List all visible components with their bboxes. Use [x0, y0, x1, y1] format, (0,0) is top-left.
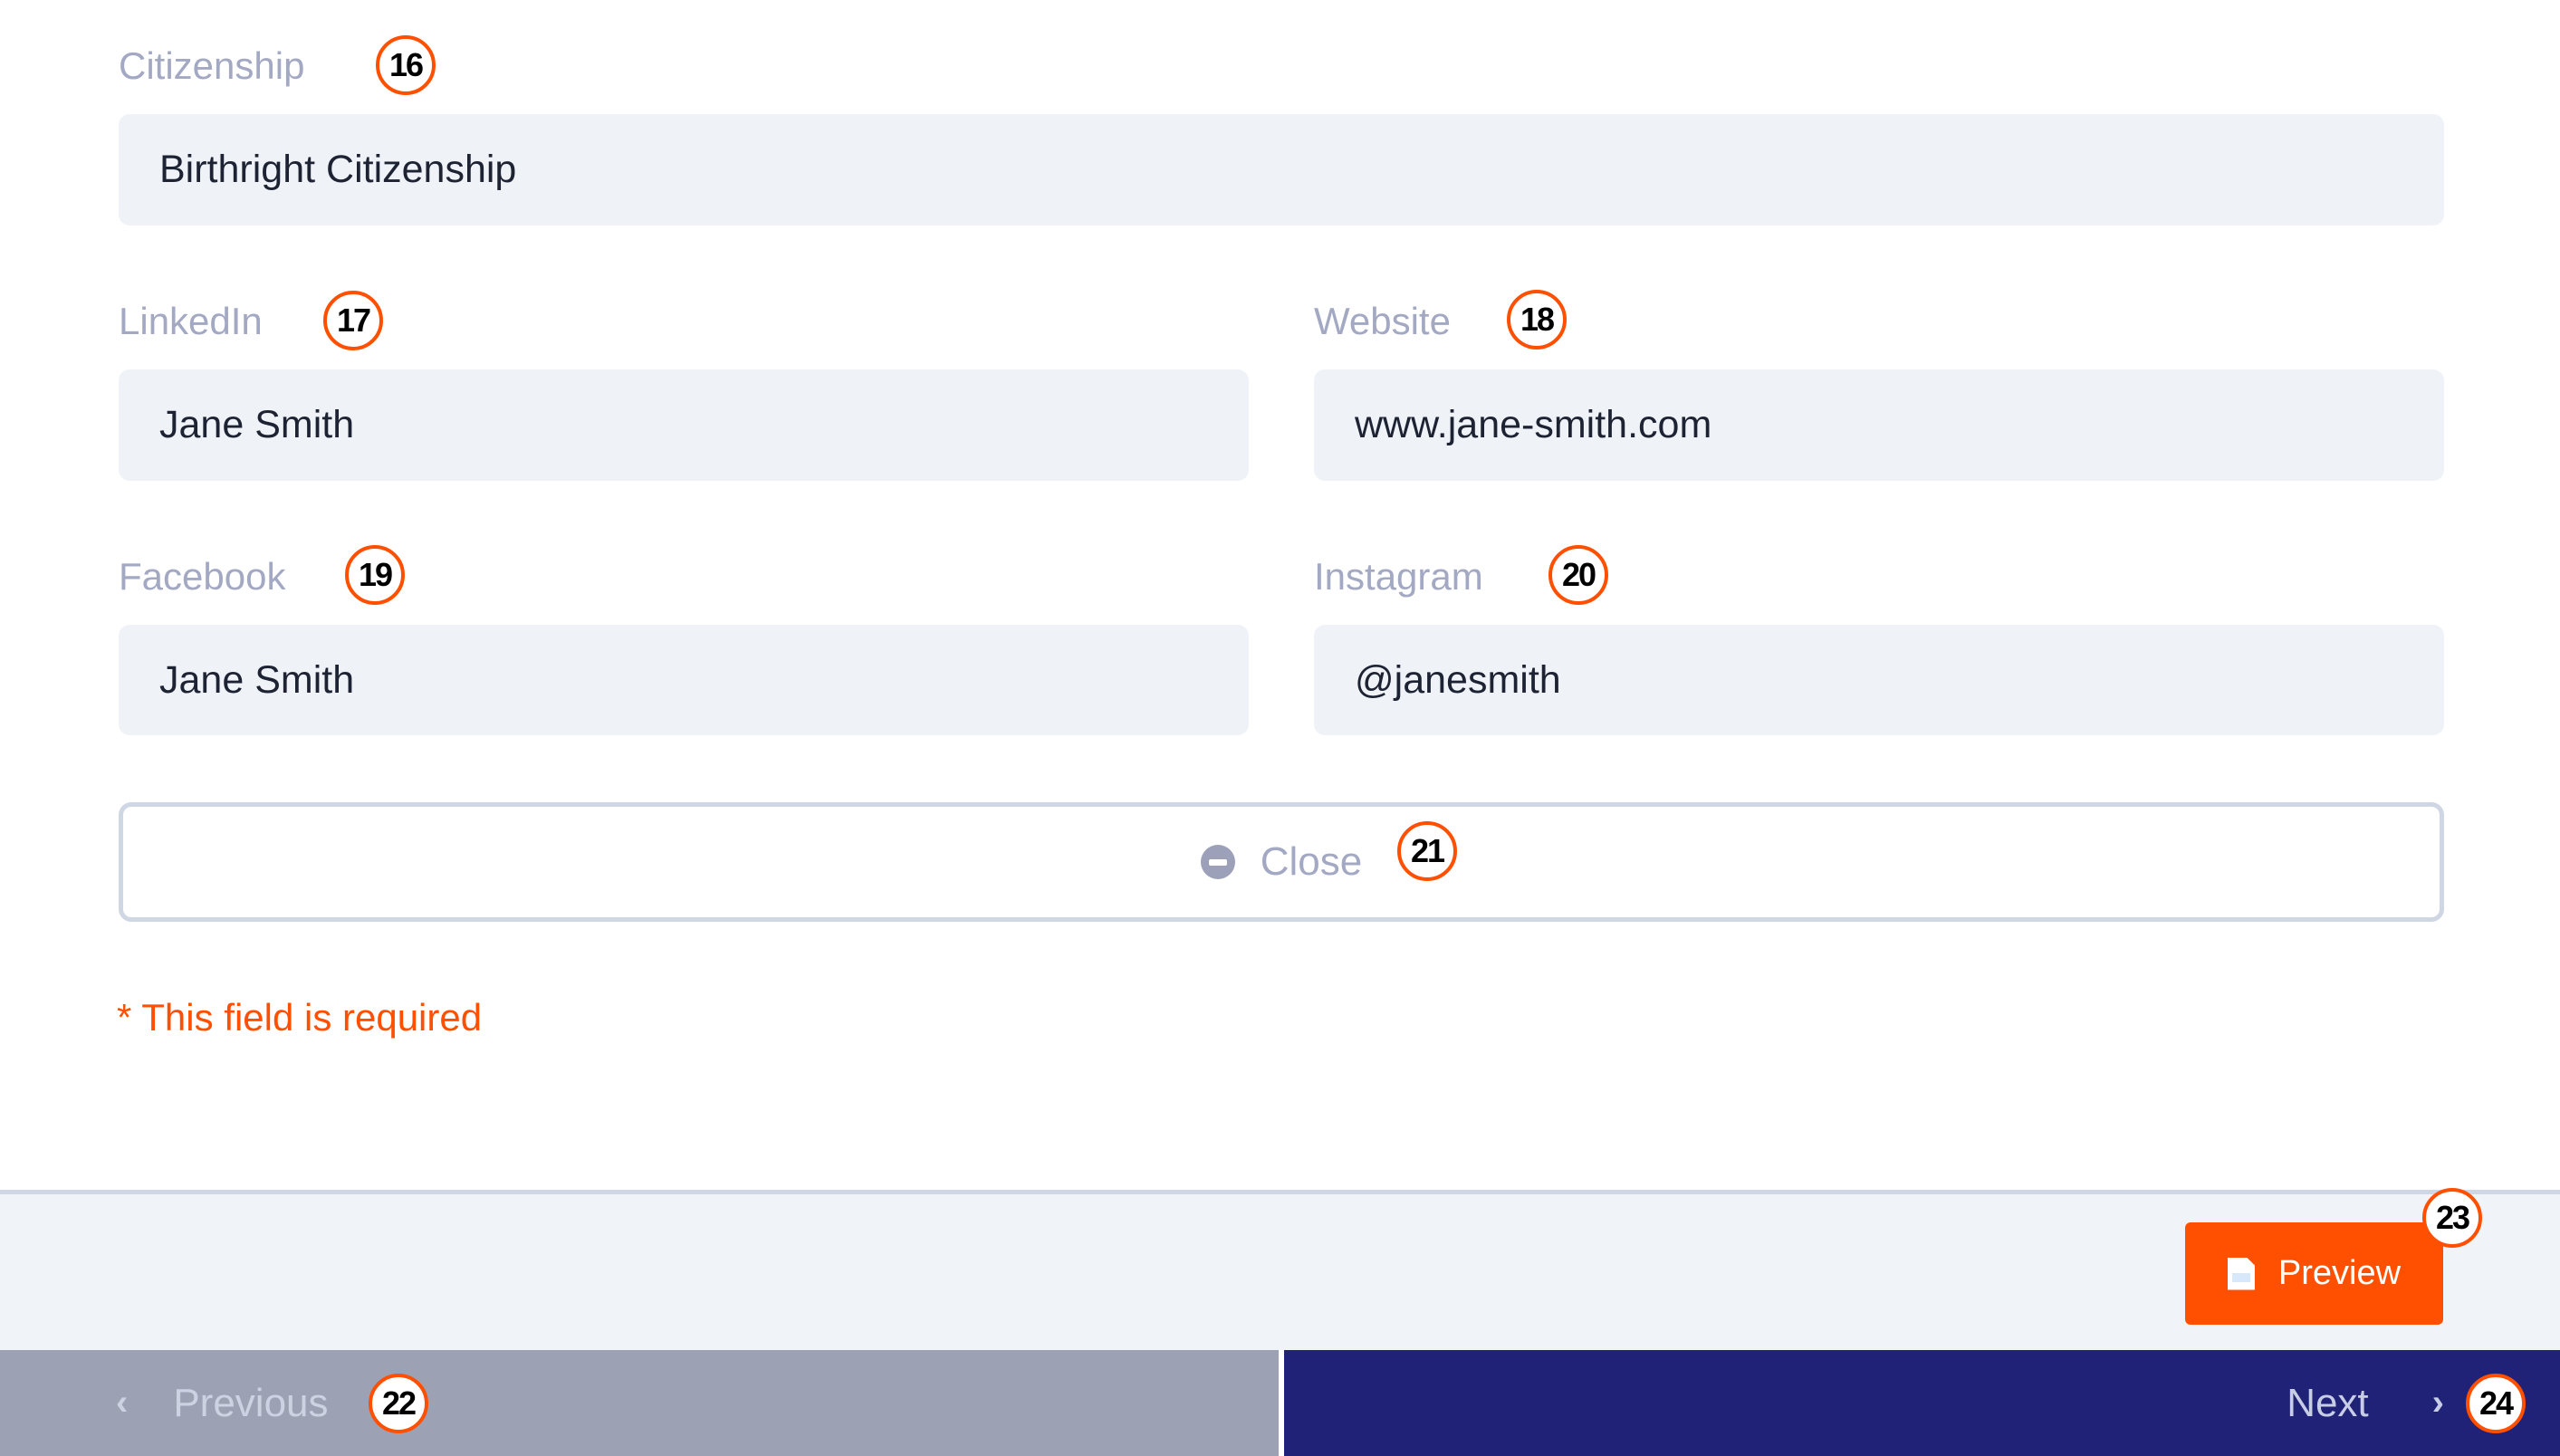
- chevron-right-icon: ›: [2431, 1383, 2444, 1422]
- facebook-label: Facebook: [119, 555, 286, 598]
- linkedin-label: LinkedIn: [119, 300, 263, 342]
- close-button-label: Close: [1260, 839, 1363, 884]
- next-button-label: Next: [2287, 1380, 2369, 1425]
- annotation-badge-18: 18: [1507, 290, 1567, 350]
- annotation-badge-20: 20: [1548, 545, 1608, 605]
- form-footer: [0, 1190, 2560, 1350]
- annotation-badge-21: 21: [1397, 821, 1457, 881]
- linkedin-field[interactable]: Jane Smith: [119, 369, 1249, 481]
- document-icon: [2227, 1257, 2255, 1290]
- minus-circle-icon: [1200, 845, 1235, 879]
- required-field-note: * This field is required: [117, 996, 483, 1039]
- website-label: Website: [1314, 300, 1451, 342]
- instagram-field[interactable]: @janesmith: [1314, 625, 2444, 735]
- previous-button-label: Previous: [173, 1380, 329, 1425]
- next-button[interactable]: Next ›: [1284, 1350, 2560, 1456]
- annotation-badge-24: 24: [2466, 1374, 2526, 1433]
- citizenship-field[interactable]: Birthright Citizenship: [119, 114, 2444, 225]
- annotation-badge-19: 19: [345, 545, 405, 605]
- citizenship-label: Citizenship: [119, 44, 305, 87]
- annotation-badge-22: 22: [369, 1374, 428, 1433]
- annotation-badge-17: 17: [323, 291, 383, 350]
- annotation-badge-16: 16: [376, 35, 436, 95]
- chevron-left-icon: ‹: [116, 1383, 129, 1422]
- preview-button[interactable]: Preview: [2185, 1222, 2443, 1325]
- annotation-badge-23: 23: [2422, 1188, 2482, 1248]
- instagram-label: Instagram: [1314, 555, 1483, 598]
- facebook-field[interactable]: Jane Smith: [119, 625, 1249, 735]
- website-field[interactable]: www.jane-smith.com: [1314, 369, 2444, 481]
- preview-button-label: Preview: [2277, 1254, 2402, 1292]
- previous-button[interactable]: ‹ Previous: [0, 1350, 1279, 1456]
- close-button[interactable]: Close: [119, 802, 2444, 922]
